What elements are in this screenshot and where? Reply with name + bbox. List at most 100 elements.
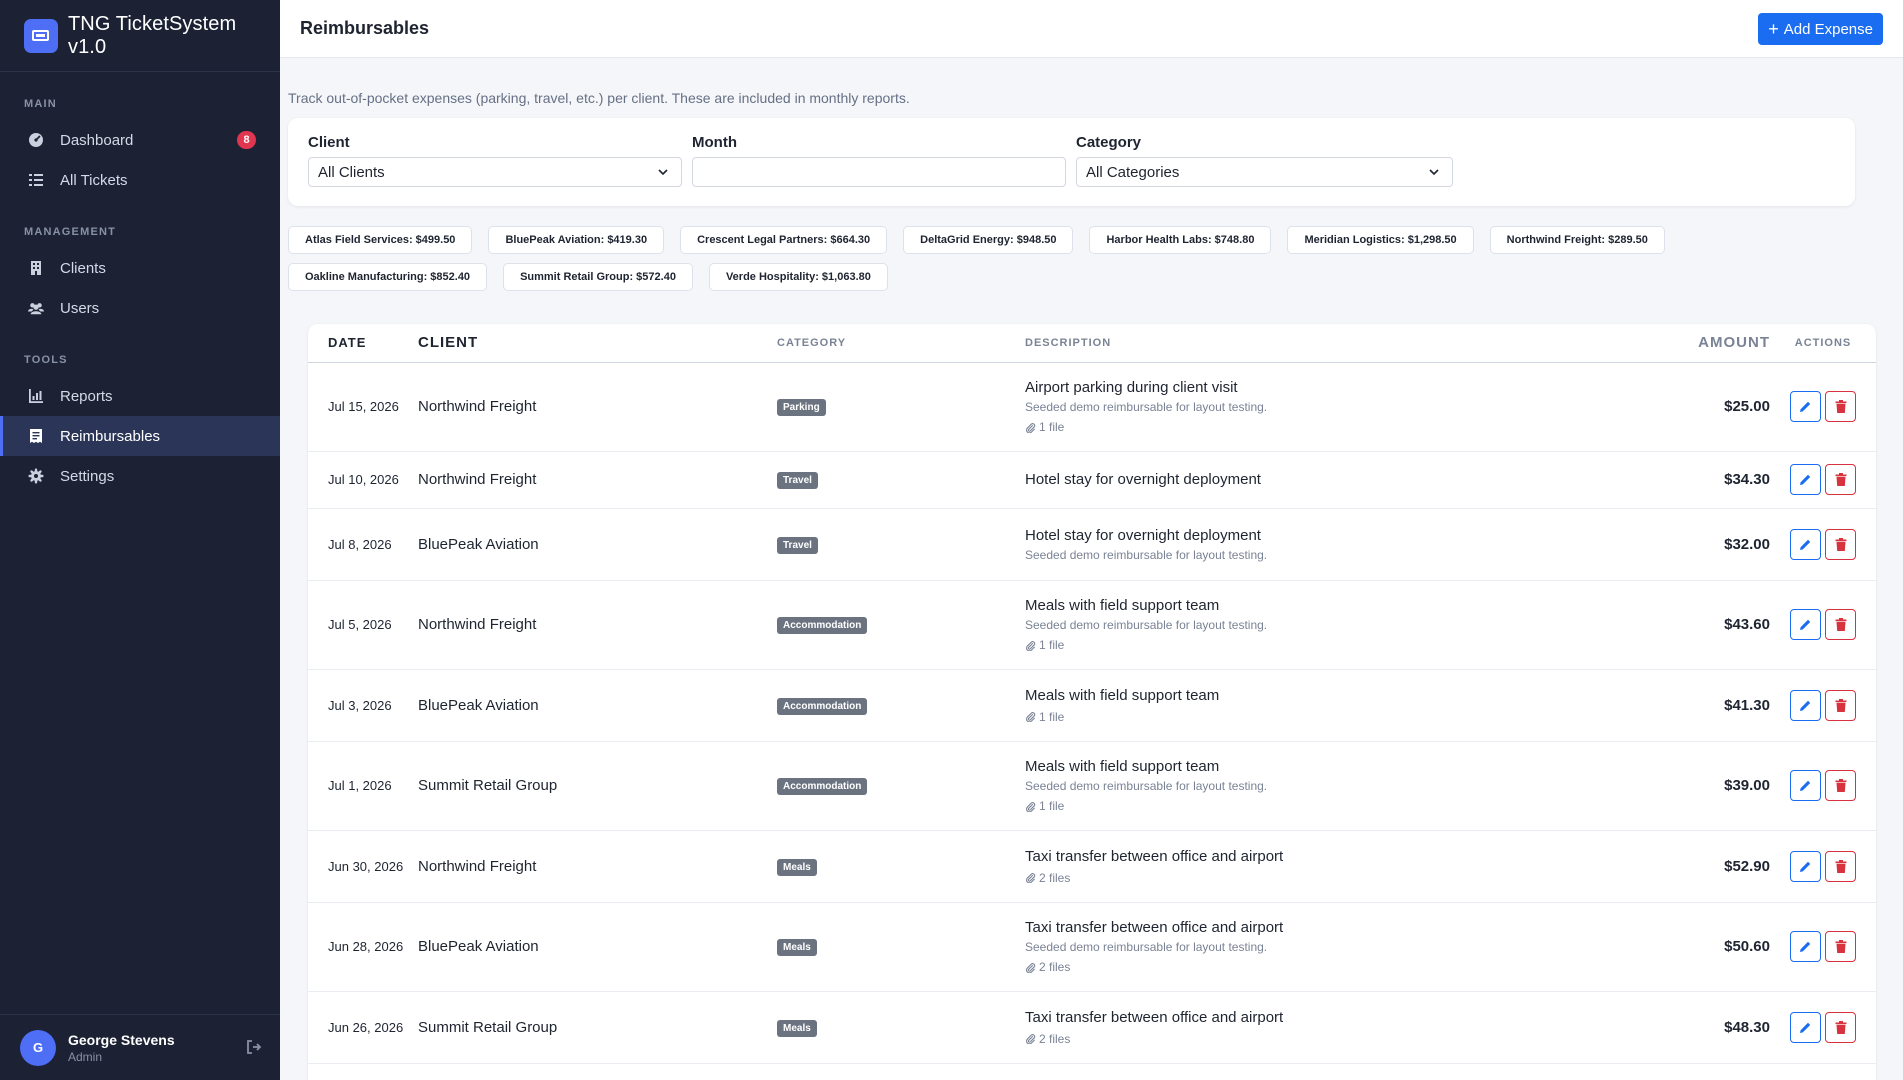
table-row[interactable]: Jul 3, 2026 BluePeak Aviation Accommodatio…	[308, 669, 1876, 742]
row-date: Jul 15, 2026	[308, 362, 418, 452]
page-description: Track out-of-pocket expenses (parking, t…	[288, 90, 910, 106]
edit-button[interactable]	[1790, 391, 1821, 422]
logout-icon[interactable]	[246, 1039, 262, 1055]
row-amount: $43.60	[1585, 580, 1770, 670]
sidebar-item-reimbursables[interactable]: Reimbursables	[0, 416, 280, 456]
table-row[interactable]: Jun 30, 2026 Northwind Freight Meals Taxi t…	[308, 830, 1876, 903]
category-badge: Meals	[777, 858, 817, 876]
sidebar-item-all-tickets[interactable]: All Tickets	[0, 160, 280, 200]
edit-button[interactable]	[1790, 770, 1821, 801]
row-attachments[interactable]: 2 files	[1025, 960, 1585, 974]
row-client: BluePeak Aviation	[418, 669, 777, 742]
row-client: Northwind Freight	[418, 362, 777, 452]
avatar: G	[20, 1029, 56, 1066]
edit-button[interactable]	[1790, 931, 1821, 962]
table-row[interactable]: Jul 8, 2026 BluePeak Aviation Travel Hotel …	[308, 508, 1876, 581]
nav-section-tools: TOOLS	[24, 354, 68, 366]
row-attachments[interactable]: 2 files	[1025, 871, 1585, 885]
app-title: TNG TicketSystem v1.0	[67, 12, 237, 58]
table-row[interactable]: Jul 1, 2026 Summit Retail Group Accommodat…	[308, 741, 1876, 831]
row-amount: $34.30	[1585, 451, 1770, 509]
row-category-cell: Parking	[777, 362, 1025, 452]
brand[interactable]: TNG TicketSystem v1.0	[0, 0, 280, 72]
add-expense-label: Add Expense	[1783, 20, 1873, 38]
delete-button[interactable]	[1825, 689, 1856, 721]
row-category-cell: Meals	[777, 991, 1025, 1064]
sidebar-item-label: Clients	[60, 259, 106, 277]
attachment-count: 1 file	[1039, 799, 1065, 813]
row-description-cell: Airport parking during client visit Seede…	[1025, 362, 1585, 452]
delete-button[interactable]	[1825, 609, 1856, 640]
trash-icon	[1835, 1020, 1846, 1034]
row-date: Jul 5, 2026	[308, 580, 418, 670]
column-header-category[interactable]: CATEGORY	[777, 324, 1025, 363]
main-content: Track out-of-pocket expenses (parking, t…	[280, 58, 1903, 1080]
row-attachments[interactable]: 1 file	[1025, 638, 1585, 652]
row-date: Jul 3, 2026	[308, 669, 418, 742]
column-header-amount[interactable]: AMOUNT	[1585, 324, 1770, 363]
row-actions	[1770, 902, 1876, 992]
delete-button[interactable]	[1825, 931, 1856, 962]
client-filter-group: Client All Clients	[308, 134, 692, 206]
edit-button[interactable]	[1790, 464, 1821, 495]
paperclip-icon	[1026, 422, 1036, 433]
delete-button[interactable]	[1825, 464, 1856, 495]
row-attachments[interactable]: 1 file	[1025, 710, 1585, 724]
trash-icon	[1835, 537, 1846, 551]
row-client: Northwind Freight	[418, 451, 777, 509]
sidebar-item-clients[interactable]: Clients	[0, 248, 280, 288]
row-attachments[interactable]: 1 file	[1025, 799, 1585, 813]
sidebar-item-reports[interactable]: Reports	[0, 376, 280, 416]
delete-button[interactable]	[1825, 770, 1856, 801]
delete-button[interactable]	[1825, 528, 1856, 560]
edit-button[interactable]	[1790, 1011, 1821, 1043]
row-actions	[1770, 669, 1876, 742]
category-badge: Travel	[777, 536, 818, 554]
edit-button[interactable]	[1790, 609, 1821, 640]
row-date: Jun 30, 2026	[308, 830, 418, 903]
row-category-cell: Travel	[777, 451, 1025, 509]
row-client: BluePeak Aviation	[418, 902, 777, 992]
row-category-cell: Accommodation	[777, 741, 1025, 831]
add-expense-button[interactable]: + Add Expense	[1758, 13, 1883, 45]
table-row[interactable]: Jul 5, 2026 Northwind Freight Accommodatio…	[308, 580, 1876, 670]
row-attachments[interactable]: 2 files	[1025, 1032, 1585, 1046]
row-actions	[1770, 362, 1876, 452]
receipt-icon	[28, 428, 44, 444]
column-header-date[interactable]: DATE	[308, 324, 418, 363]
sidebar-item-settings[interactable]: Settings	[0, 456, 280, 496]
row-description-cell: Taxi transfer between office and airport…	[1025, 902, 1585, 992]
client-filter-label: Client	[308, 134, 350, 151]
delete-button[interactable]	[1825, 850, 1856, 882]
month-input[interactable]	[692, 157, 1066, 187]
edit-button[interactable]	[1790, 850, 1821, 882]
sidebar-item-users[interactable]: Users	[0, 288, 280, 328]
edit-button[interactable]	[1790, 689, 1821, 721]
edit-button[interactable]	[1790, 528, 1821, 560]
column-header-description[interactable]: DESCRIPTION	[1025, 324, 1585, 363]
row-note: Seeded demo reimbursable for layout test…	[1025, 400, 1268, 414]
attachment-count: 2 files	[1039, 870, 1071, 885]
sidebar-item-dashboard[interactable]: Dashboard 8	[0, 120, 280, 160]
row-actions	[1770, 508, 1876, 581]
row-note: Seeded demo reimbursable for layout test…	[1025, 547, 1268, 562]
delete-button[interactable]	[1825, 1011, 1856, 1043]
category-filter-label: Category	[1076, 134, 1142, 151]
row-client: Summit Retail Group	[418, 741, 777, 831]
client-select[interactable]: All Clients	[308, 157, 682, 187]
table-row[interactable]: Jun 26, 2026 Summit Retail Group Meals Taxi…	[308, 991, 1876, 1064]
ticket-icon	[24, 18, 58, 53]
row-attachments[interactable]: 1 file	[1025, 420, 1585, 434]
row-client: BluePeak Aviation	[418, 508, 777, 581]
user-profile[interactable]: G George Stevens Admin	[0, 1014, 280, 1080]
row-category-cell: Meals	[777, 830, 1025, 903]
paperclip-icon	[1026, 640, 1036, 651]
category-select[interactable]: All Categories	[1076, 157, 1453, 187]
delete-button[interactable]	[1825, 391, 1856, 422]
table-row[interactable]: Jun 28, 2026 BluePeak Aviation Meals Taxi t…	[308, 902, 1876, 992]
table-row[interactable]: Jul 10, 2026 Northwind Freight Travel Hotel…	[308, 451, 1876, 509]
category-filter-group: Category All Categories	[1076, 134, 1460, 206]
attachment-count: 1 file	[1039, 420, 1065, 434]
column-header-client[interactable]: CLIENT	[418, 324, 777, 363]
table-row[interactable]: Jul 15, 2026 Northwind Freight Parking Airp…	[308, 362, 1876, 452]
